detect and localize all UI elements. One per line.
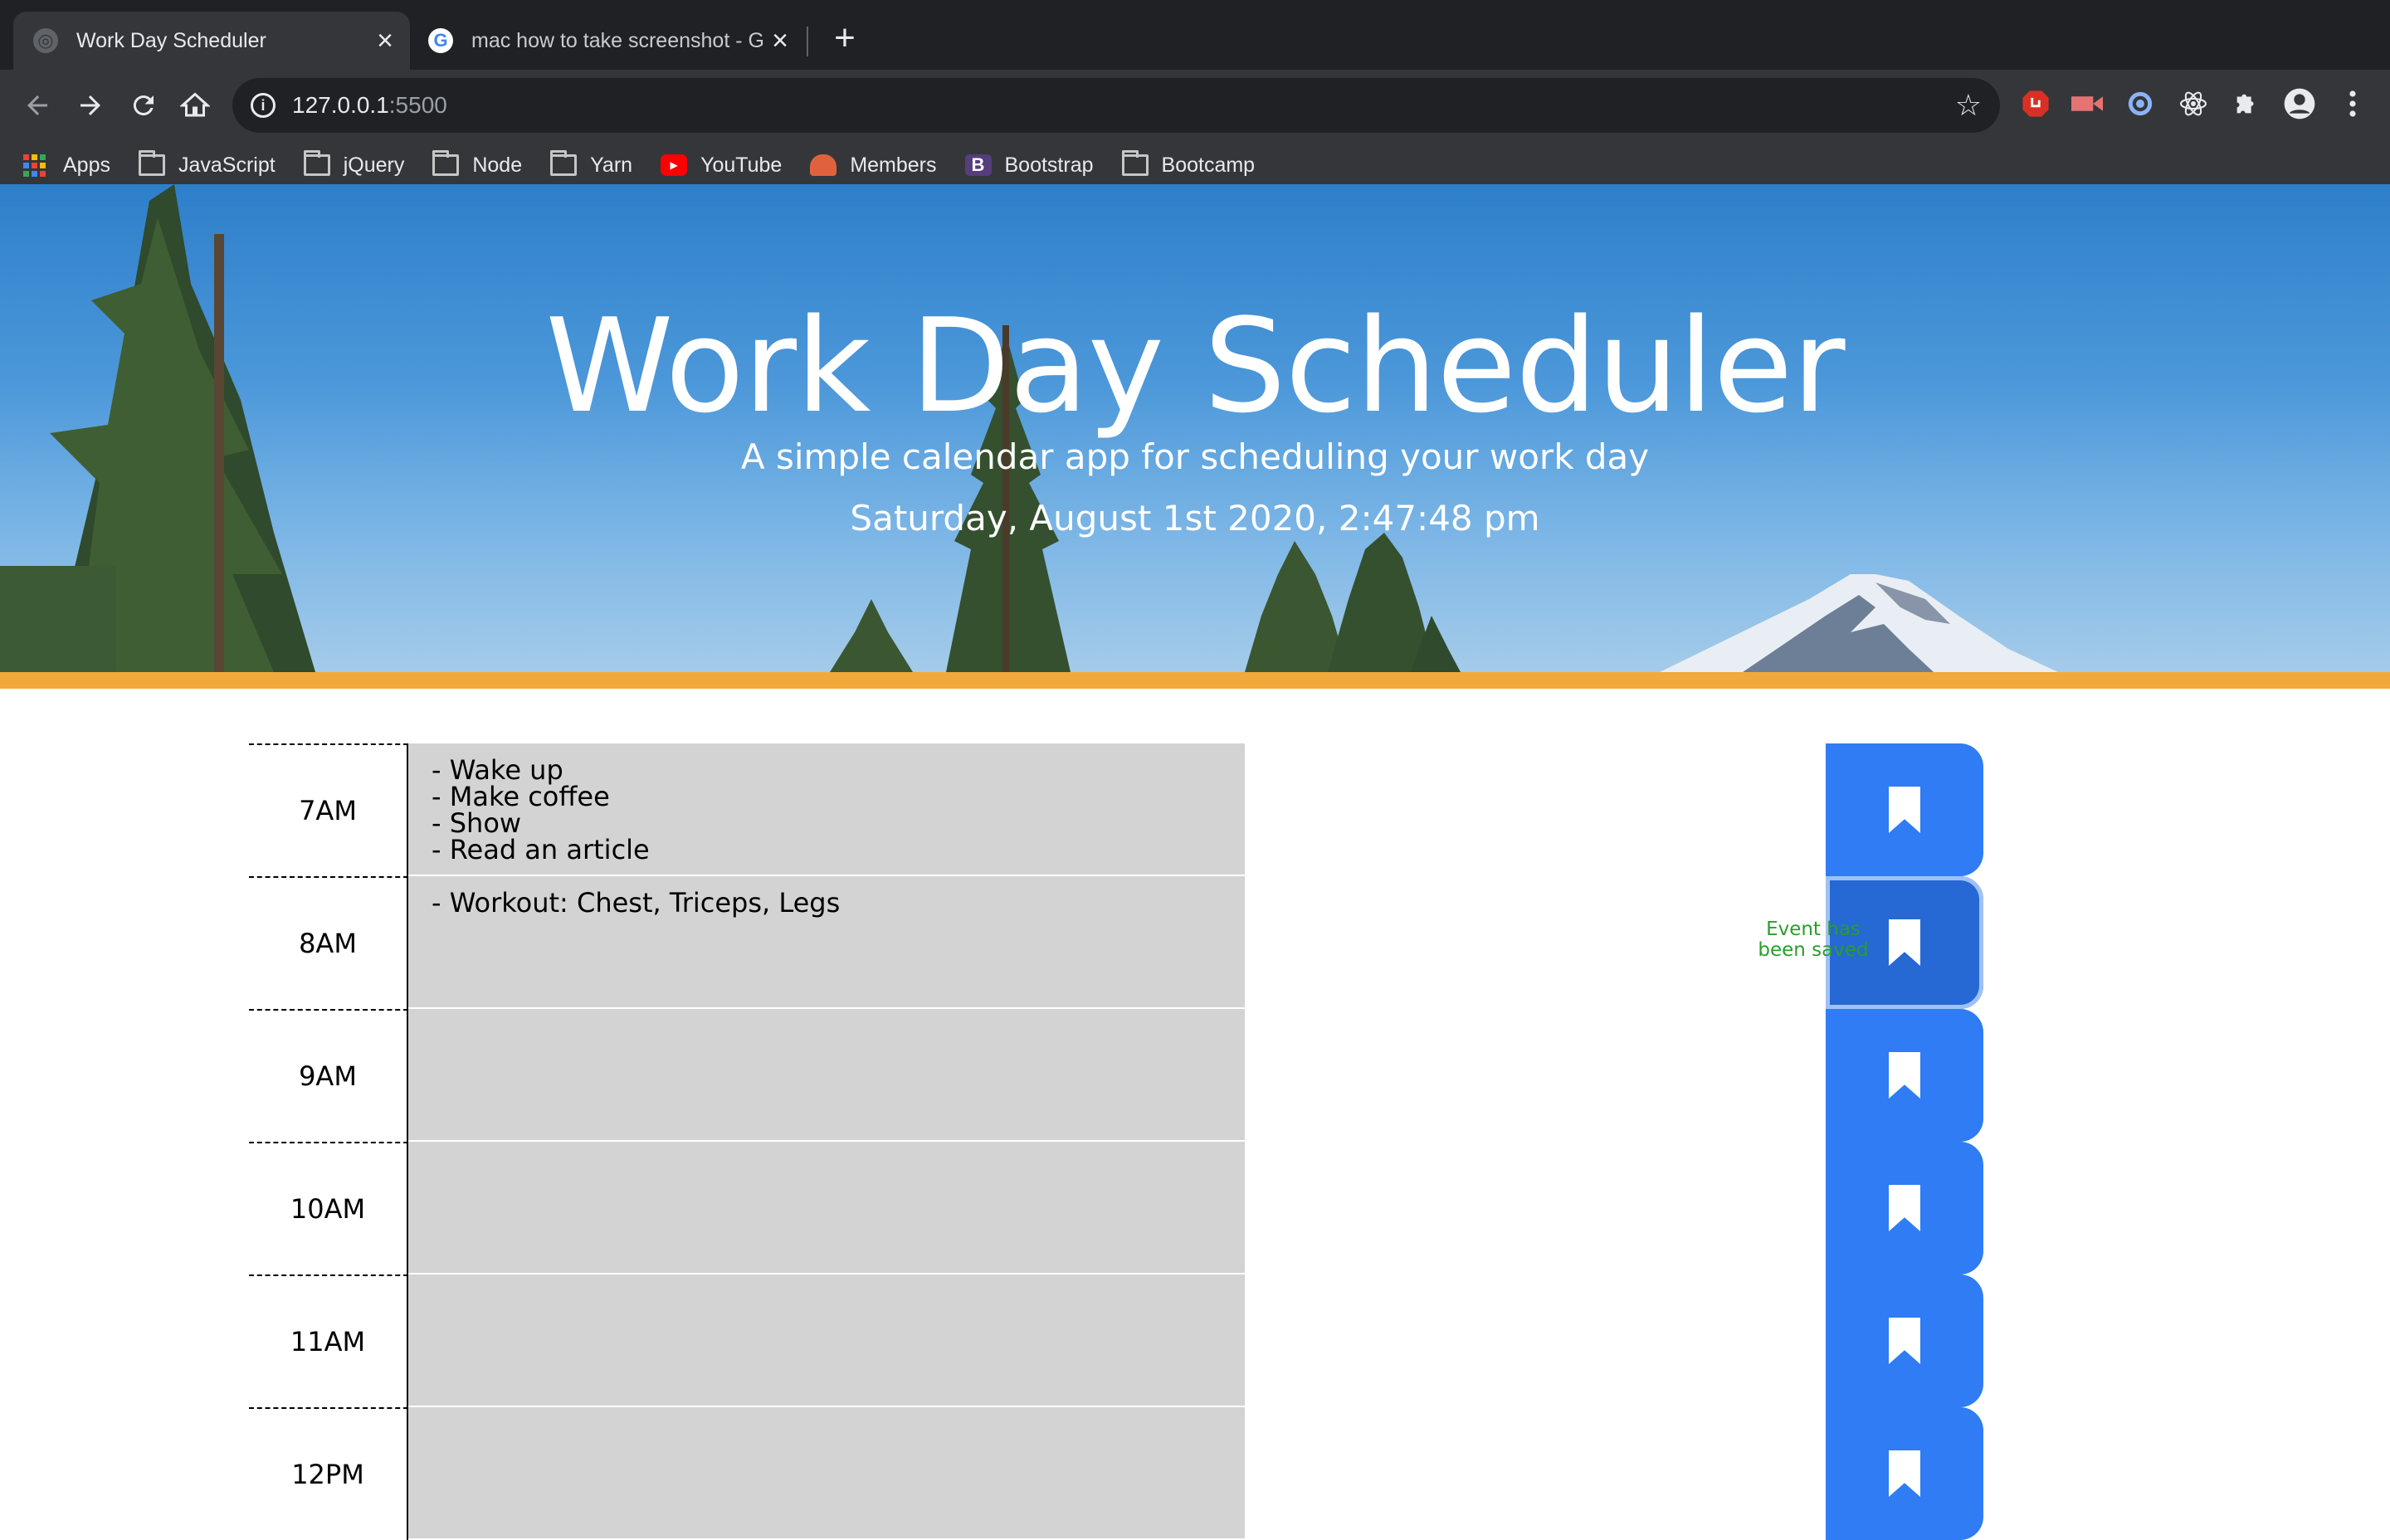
extensions-puzzle-icon[interactable] (2227, 85, 2266, 123)
event-description-line: - Show (432, 807, 522, 839)
bookmark-label: Bootcamp (1161, 153, 1256, 177)
address-bar[interactable]: i 127.0.0.1:5500 ☆ (232, 78, 2000, 133)
bookmark-label: Bootstrap (1004, 153, 1094, 177)
time-block-row: 10AM (249, 1142, 1983, 1274)
saved-message: Event has been saved (1758, 919, 1869, 961)
time-block-row: 7AM - Wake up - Make coffee - Show - Read an… (249, 743, 1983, 876)
bookmark-bootstrap[interactable]: B Bootstrap (964, 153, 1094, 178)
header-jumbotron: Work Day Scheduler A simple calendar app… (0, 184, 2390, 672)
back-arrow-icon[interactable] (17, 85, 58, 126)
url-host: 127.0.0.1 (292, 92, 389, 118)
bookmark-label: YouTube (700, 153, 783, 177)
event-description-textarea[interactable]: - Workout: Chest, Triceps, Legs (408, 876, 1245, 1009)
folder-icon (432, 150, 460, 176)
bookmark-yarn[interactable]: Yarn (550, 150, 633, 178)
save-button[interactable] (1826, 1407, 1983, 1540)
tab-separator (807, 27, 808, 56)
video-extension-icon[interactable] (2068, 85, 2106, 123)
event-description-line: - Workout: Chest, Triceps, Legs (432, 887, 841, 919)
bookmark-jquery[interactable]: jQuery (303, 150, 405, 178)
sync-extension-icon[interactable] (2121, 85, 2159, 123)
bookmark-label: JavaScript (178, 153, 276, 177)
home-icon[interactable] (174, 85, 216, 126)
time-block-row: 12PM (249, 1407, 1983, 1540)
tab-work-day-scheduler[interactable]: ◎ Work Day Scheduler × (13, 12, 410, 70)
current-datetime: Saturday, August 1st 2020, 2:47:48 pm (850, 498, 1540, 539)
bookmark-icon (1889, 787, 1920, 833)
time-block-row: 8AM - Workout: Chest, Triceps, Legs (249, 876, 1983, 1009)
close-icon[interactable]: × (763, 24, 797, 57)
hour-label: 8AM (249, 876, 408, 1009)
time-block-row: 11AM (249, 1274, 1983, 1407)
save-button[interactable] (1826, 1274, 1983, 1407)
bookmark-node[interactable]: Node (432, 150, 523, 178)
bookmark-apps[interactable]: Apps (23, 154, 110, 178)
save-button[interactable] (1826, 743, 1983, 876)
bookmark-label: Apps (63, 153, 110, 177)
bookmark-icon (1889, 1185, 1920, 1231)
profile-avatar-icon[interactable] (2280, 85, 2319, 123)
bookmark-label: Node (472, 153, 523, 177)
bookmark-members[interactable]: Members (810, 153, 937, 178)
event-description-textarea[interactable] (408, 1009, 1245, 1142)
bookmark-icon (1889, 1052, 1920, 1099)
page-subtitle: A simple calendar app for scheduling you… (740, 436, 1650, 477)
bookmark-label: Members (850, 153, 937, 177)
globe-icon: ◎ (33, 28, 58, 53)
time-block-row: 9AM (249, 1009, 1983, 1142)
event-description-line: - Make coffee (432, 781, 610, 812)
menu-kebab-icon[interactable] (2334, 85, 2372, 123)
react-devtools-icon[interactable] (2174, 85, 2212, 123)
browser-tab-strip: ◎ Work Day Scheduler × G mac how to take… (0, 0, 2390, 70)
hour-label: 10AM (249, 1142, 408, 1274)
reload-icon[interactable] (123, 85, 164, 126)
event-description-textarea[interactable] (408, 1142, 1245, 1274)
bookmark-icon (1889, 919, 1920, 966)
bookmark-youtube[interactable]: ▶ YouTube (661, 154, 782, 178)
hour-label: 9AM (249, 1009, 408, 1142)
adblock-extension-icon[interactable] (2017, 85, 2055, 123)
event-description-line: - Wake up (432, 754, 563, 786)
url-text: 127.0.0.1:5500 (292, 92, 447, 119)
bookmark-icon (1889, 1318, 1920, 1364)
bookmark-icon (1889, 1450, 1920, 1497)
event-description-textarea[interactable]: - Wake up - Make coffee - Show - Read an ar… (408, 743, 1245, 876)
apps-grid-icon (23, 154, 50, 177)
close-icon[interactable]: × (368, 24, 402, 57)
youtube-icon: ▶ (661, 154, 688, 176)
bookmark-javascript[interactable]: JavaScript (138, 150, 276, 178)
bootstrap-icon: B (964, 154, 992, 176)
new-tab-button[interactable]: + (828, 17, 861, 58)
info-icon[interactable]: i (251, 93, 276, 118)
schedule-container: 7AM - Wake up - Make coffee - Show - Read an… (249, 743, 1983, 1540)
hour-label: 7AM (249, 743, 408, 876)
tab-title: Work Day Scheduler (76, 28, 266, 52)
header-accent-bar (0, 672, 2390, 689)
page-title: Work Day Scheduler (545, 290, 1845, 441)
folder-icon (1121, 150, 1149, 176)
hour-label: 12PM (249, 1407, 408, 1540)
browser-toolbar: i 127.0.0.1:5500 ☆ Apps JavaScript jQuer… (0, 70, 2390, 197)
save-button[interactable] (1826, 1009, 1983, 1142)
folder-icon (550, 150, 578, 176)
folder-icon (138, 150, 165, 176)
event-description-line: - Read an article (432, 834, 650, 865)
forward-arrow-icon[interactable] (70, 85, 111, 126)
tab-google-search[interactable]: G mac how to take screenshot - Google Se… (415, 12, 805, 70)
google-icon: G (428, 28, 453, 53)
url-port: :5500 (388, 92, 447, 118)
event-description-textarea[interactable] (408, 1407, 1245, 1540)
save-button[interactable] (1826, 1142, 1983, 1274)
event-description-textarea[interactable] (408, 1274, 1245, 1407)
hour-label: 11AM (249, 1274, 408, 1407)
members-icon (810, 154, 837, 176)
bookmark-label: Yarn (590, 153, 633, 177)
tab-title: mac how to take screenshot - Google Sear… (471, 28, 763, 52)
folder-icon (303, 150, 330, 176)
bookmark-bootcamp[interactable]: Bootcamp (1121, 150, 1256, 178)
bookmark-star-icon[interactable]: ☆ (1955, 88, 1982, 123)
bookmark-label: jQuery (343, 153, 405, 177)
